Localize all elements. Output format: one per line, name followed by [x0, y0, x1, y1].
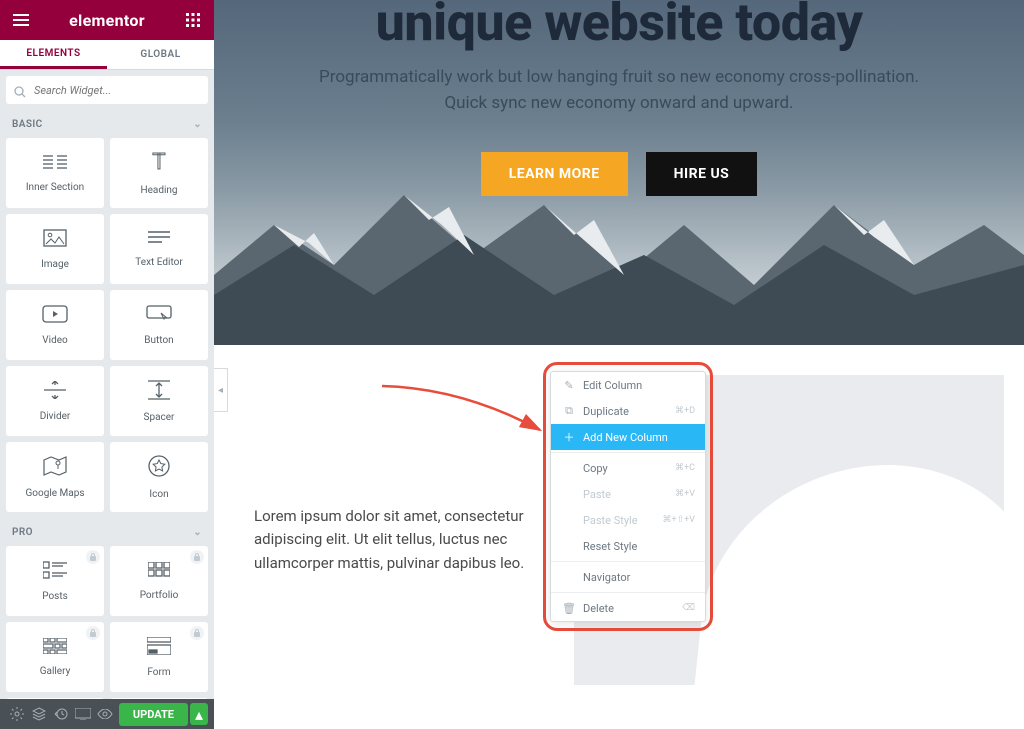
history-icon[interactable]	[50, 703, 72, 725]
widget-posts[interactable]: Posts	[6, 546, 104, 616]
duplicate-icon: ⧉	[561, 404, 577, 418]
category-basic[interactable]: BASIC ⌄	[0, 110, 214, 138]
posts-icon	[43, 561, 67, 583]
spacer-icon	[148, 380, 170, 404]
button-icon	[146, 305, 172, 327]
gallery-icon	[43, 638, 67, 658]
tab-global[interactable]: GLOBAL	[107, 40, 214, 69]
elementor-panel: elementor ELEMENTS GLOBAL BASIC ⌄ Inner …	[0, 0, 214, 729]
annotation-arrow	[372, 378, 552, 448]
tab-elements[interactable]: ELEMENTS	[0, 40, 107, 69]
settings-icon[interactable]	[6, 703, 28, 725]
form-icon	[147, 637, 171, 659]
widget-video[interactable]: Video	[6, 290, 104, 360]
widget-icon[interactable]: Icon	[110, 442, 208, 512]
pro-grid: Posts Portfolio Gallery Form	[0, 546, 214, 699]
update-button[interactable]: UPDATE	[119, 703, 188, 726]
search-icon	[14, 83, 26, 102]
chevron-down-icon: ⌄	[193, 119, 202, 130]
placeholder-hill	[690, 465, 1004, 685]
widget-gallery[interactable]: Gallery	[6, 622, 104, 692]
trash-icon: 🗑	[561, 602, 577, 615]
brand-logo: elementor	[34, 11, 180, 30]
widget-heading[interactable]: THeading	[110, 138, 208, 208]
ctx-duplicate[interactable]: ⧉Duplicate⌘+D	[551, 398, 705, 424]
divider-icon	[44, 381, 66, 403]
search-wrap	[0, 70, 214, 110]
text-editor-icon	[148, 230, 170, 249]
inner-section-icon	[43, 154, 67, 174]
hero-title: unique website today	[376, 0, 863, 53]
delete-key-icon: ⌫	[682, 603, 695, 613]
context-menu: ✎Edit Column ⧉Duplicate⌘+D ＋Add New Colu…	[550, 371, 706, 622]
ctx-delete[interactable]: 🗑Delete⌫	[551, 595, 705, 621]
plus-icon: ＋	[561, 429, 577, 445]
separator	[551, 592, 705, 593]
star-icon	[148, 455, 170, 481]
separator	[551, 452, 705, 453]
widget-divider[interactable]: Divider	[6, 366, 104, 436]
separator	[551, 561, 705, 562]
context-menu-highlight: ✎Edit Column ⧉Duplicate⌘+D ＋Add New Colu…	[543, 362, 713, 631]
ctx-reset-style[interactable]: Reset Style	[551, 533, 705, 559]
ctx-add-new-column[interactable]: ＋Add New Column	[551, 424, 705, 450]
learn-more-button[interactable]: LEARN MORE	[481, 152, 628, 196]
ctx-paste: Paste⌘+V	[551, 481, 705, 507]
ctx-edit-column[interactable]: ✎Edit Column	[551, 372, 705, 398]
lock-icon	[86, 550, 100, 564]
widget-image[interactable]: Image	[6, 214, 104, 284]
widget-partial[interactable]	[110, 698, 208, 699]
ctx-paste-style: Paste Style⌘+⇧+V	[551, 507, 705, 533]
lock-icon	[86, 626, 100, 640]
hero-buttons: LEARN MORE HIRE US	[481, 152, 758, 196]
hero-section: unique website today Programmatically wo…	[214, 0, 1024, 345]
preview-icon[interactable]	[94, 703, 116, 725]
widget-spacer[interactable]: Spacer	[110, 366, 208, 436]
widget-portfolio[interactable]: Portfolio	[110, 546, 208, 616]
hire-us-button[interactable]: HIRE US	[646, 152, 758, 196]
widget-button[interactable]: Button	[110, 290, 208, 360]
panel-header: elementor	[0, 0, 214, 40]
ctx-copy[interactable]: Copy⌘+C	[551, 455, 705, 481]
widget-text-editor[interactable]: Text Editor	[110, 214, 208, 284]
ctx-navigator[interactable]: Navigator	[551, 564, 705, 590]
video-icon	[42, 305, 68, 327]
search-input[interactable]	[6, 76, 208, 104]
revisions-icon[interactable]	[28, 703, 50, 725]
collapse-panel-button[interactable]: ◂	[214, 368, 228, 412]
chevron-down-icon: ⌄	[193, 527, 202, 538]
panel-tabs: ELEMENTS GLOBAL	[0, 40, 214, 70]
category-pro[interactable]: PRO ⌄	[0, 518, 214, 546]
update-caret[interactable]: ▴	[190, 703, 208, 725]
heading-icon: T	[148, 151, 170, 177]
widget-inner-section[interactable]: Inner Section	[6, 138, 104, 208]
hero-subtitle: Programmatically work but low hanging fr…	[299, 65, 939, 116]
responsive-icon[interactable]	[72, 703, 94, 725]
widget-scroll[interactable]: BASIC ⌄ Inner Section THeading Image Tex…	[0, 110, 214, 699]
widget-partial[interactable]	[6, 698, 104, 699]
basic-grid: Inner Section THeading Image Text Editor…	[0, 138, 214, 518]
svg-text:T: T	[152, 151, 165, 173]
lock-icon	[190, 550, 204, 564]
menu-icon[interactable]	[8, 7, 34, 33]
apps-icon[interactable]	[180, 7, 206, 33]
widget-google-maps[interactable]: Google Maps	[6, 442, 104, 512]
portfolio-icon	[148, 562, 170, 582]
widget-form[interactable]: Form	[110, 622, 208, 692]
map-icon	[43, 456, 67, 480]
image-icon	[43, 229, 67, 251]
lock-icon	[190, 626, 204, 640]
panel-footer: UPDATE ▴	[0, 699, 214, 729]
pencil-icon: ✎	[561, 379, 577, 392]
